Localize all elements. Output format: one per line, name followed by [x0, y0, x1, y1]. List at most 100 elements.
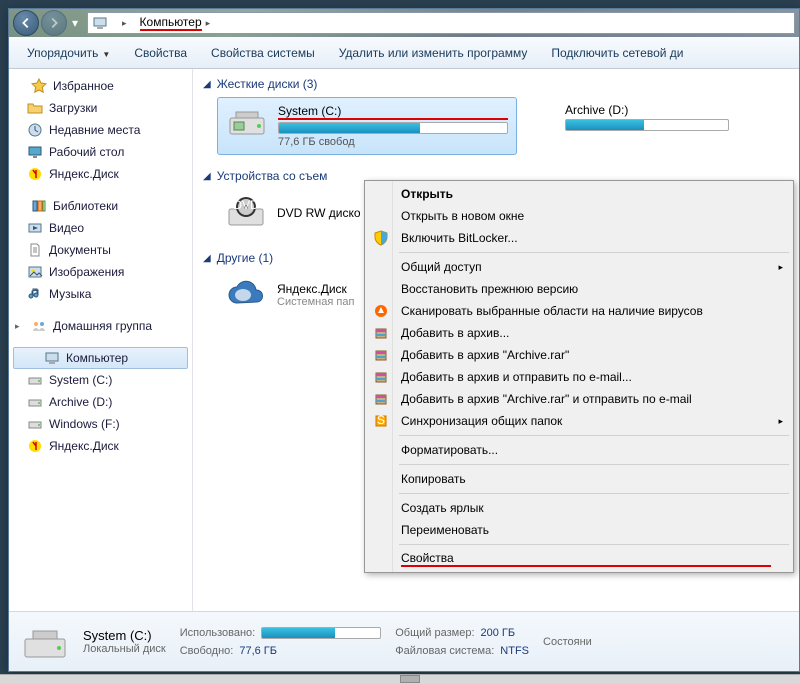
- separator: [399, 252, 789, 253]
- picture-icon: [27, 264, 43, 280]
- organize-menu[interactable]: Упорядочить▼: [17, 42, 120, 64]
- homegroup-root[interactable]: ▸ Домашняя группа: [9, 315, 192, 337]
- libraries-root[interactable]: Библиотеки: [9, 195, 192, 217]
- ctx-add-archive-rar[interactable]: Добавить в архив "Archive.rar": [367, 344, 791, 366]
- nav-drive-d[interactable]: Archive (D:): [9, 391, 192, 413]
- system-properties-button[interactable]: Свойства системы: [201, 42, 325, 64]
- nav-music[interactable]: Музыка: [9, 283, 192, 305]
- nav-desktop[interactable]: Рабочий стол: [9, 141, 192, 163]
- folder-icon: [27, 100, 43, 116]
- ctx-restore-version[interactable]: Восстановить прежнюю версию: [367, 278, 791, 300]
- music-icon: [27, 286, 43, 302]
- free-space-label: 77,6 ГБ свобод: [278, 136, 508, 148]
- cloud-icon: [225, 277, 267, 313]
- clock-icon: [27, 122, 43, 138]
- nav-yandex-fav[interactable]: Яндекс.Диск: [9, 163, 192, 185]
- document-icon: [27, 242, 43, 258]
- ctx-format[interactable]: Форматировать...: [367, 439, 791, 461]
- title-bar: ▾ ▸ Компьютер ▸: [9, 9, 799, 37]
- nav-drive-f[interactable]: Windows (F:): [9, 413, 192, 435]
- favorites-root[interactable]: Избранное: [9, 75, 192, 97]
- video-icon: [27, 220, 43, 236]
- breadcrumb-computer[interactable]: Компьютер ▸: [134, 13, 218, 33]
- breadcrumb-root-chevron[interactable]: ▸: [112, 13, 134, 33]
- svg-text:S: S: [377, 413, 385, 427]
- submenu-arrow-icon: ▸: [778, 416, 783, 427]
- collapse-icon: ◢: [203, 253, 211, 264]
- nav-yandex-drive[interactable]: Яндекс.Диск: [9, 435, 192, 457]
- nav-pictures[interactable]: Изображения: [9, 261, 192, 283]
- uninstall-button[interactable]: Удалить или изменить программу: [329, 42, 538, 64]
- drive-archive-d[interactable]: Archive (D:): [557, 97, 737, 155]
- submenu-arrow-icon: ▸: [778, 262, 783, 273]
- nav-documents[interactable]: Документы: [9, 239, 192, 261]
- homegroup-icon: [31, 318, 47, 334]
- drive-icon: [27, 394, 43, 410]
- winrar-icon: [369, 347, 393, 363]
- drive-name: Archive (D:): [565, 103, 729, 117]
- separator: [399, 493, 789, 494]
- ctx-share[interactable]: Общий доступ▸: [367, 256, 791, 278]
- winrar-icon: [369, 391, 393, 407]
- ctx-add-email[interactable]: Добавить в архив и отправить по e-mail..…: [367, 366, 791, 388]
- ctx-sync[interactable]: SСинхронизация общих папок▸: [367, 410, 791, 432]
- map-drive-button[interactable]: Подключить сетевой ди: [541, 42, 693, 64]
- hard-drives-section: ◢Жесткие диски (3) System (C:) 77,6 ГБ с…: [203, 77, 799, 155]
- nav-history-dropdown[interactable]: ▾: [69, 13, 81, 33]
- drive-system-c[interactable]: System (C:) 77,6 ГБ свобод: [217, 97, 517, 155]
- address-bar[interactable]: ▸ Компьютер ▸: [87, 12, 795, 34]
- nav-downloads[interactable]: Загрузки: [9, 97, 192, 119]
- homegroup-group: ▸ Домашняя группа: [9, 315, 192, 337]
- yandex-icon: [27, 166, 43, 182]
- ctx-open-new-window[interactable]: Открыть в новом окне: [367, 205, 791, 227]
- ctx-add-rar-email[interactable]: Добавить в архив "Archive.rar" и отправи…: [367, 388, 791, 410]
- breadcrumb-label: Компьютер: [140, 15, 202, 31]
- collapse-icon: ◢: [203, 171, 211, 182]
- computer-icon: [44, 350, 60, 366]
- libraries-group: Библиотеки Видео Документы Изображения М…: [9, 195, 192, 305]
- scrollbar-thumb[interactable]: [400, 675, 420, 683]
- navigation-pane[interactable]: Избранное Загрузки Недавние места Рабочи…: [9, 69, 193, 611]
- dvd-drive[interactable]: DVD DVD RW диско: [217, 189, 369, 237]
- svg-text:DVD: DVD: [233, 198, 259, 212]
- ctx-copy[interactable]: Копировать: [367, 468, 791, 490]
- dvd-icon: DVD: [225, 195, 267, 231]
- desktop-icon: [27, 144, 43, 160]
- libraries-icon: [31, 198, 47, 214]
- favorites-group: Избранное Загрузки Недавние места Рабочи…: [9, 75, 192, 185]
- computer-icon: [92, 15, 108, 31]
- ctx-rename[interactable]: Переименовать: [367, 519, 791, 541]
- details-type: Локальный диск: [83, 643, 166, 655]
- command-bar: Упорядочить▼ Свойства Свойства системы У…: [9, 37, 799, 69]
- ctx-open[interactable]: Открыть: [367, 183, 791, 205]
- back-button[interactable]: [13, 10, 39, 36]
- horizontal-scrollbar[interactable]: [0, 674, 800, 684]
- hard-drive-icon: [226, 104, 268, 140]
- ctx-add-archive[interactable]: Добавить в архив...: [367, 322, 791, 344]
- collapse-icon: ◢: [203, 79, 211, 90]
- section-header[interactable]: ◢Жесткие диски (3): [203, 77, 799, 91]
- separator: [399, 464, 789, 465]
- yandex-icon: [27, 438, 43, 454]
- avast-icon: [369, 303, 393, 319]
- context-menu: Открыть Открыть в новом окне Включить Bi…: [364, 180, 794, 573]
- drive-name: System (C:): [278, 104, 508, 120]
- properties-button[interactable]: Свойства: [124, 42, 197, 64]
- drive-icon: [27, 372, 43, 388]
- ctx-properties[interactable]: Свойства: [367, 548, 791, 570]
- computer-root[interactable]: Компьютер: [13, 347, 188, 369]
- nav-drive-c[interactable]: System (C:): [9, 369, 192, 391]
- drive-icon: [27, 416, 43, 432]
- ctx-scan-virus[interactable]: Сканировать выбранные области на наличие…: [367, 300, 791, 322]
- ctx-create-shortcut[interactable]: Создать ярлык: [367, 497, 791, 519]
- forward-button[interactable]: [41, 10, 67, 36]
- nav-recent[interactable]: Недавние места: [9, 119, 192, 141]
- star-icon: [31, 78, 47, 94]
- yandex-sub: Системная пап: [277, 296, 354, 308]
- computer-group: Компьютер System (C:) Archive (D:) Windo…: [9, 347, 192, 457]
- sync-icon: S: [369, 413, 393, 429]
- yandex-disk-folder[interactable]: Яндекс.Диск Системная пап: [217, 271, 362, 319]
- winrar-icon: [369, 325, 393, 341]
- nav-videos[interactable]: Видео: [9, 217, 192, 239]
- ctx-bitlocker[interactable]: Включить BitLocker...: [367, 227, 791, 249]
